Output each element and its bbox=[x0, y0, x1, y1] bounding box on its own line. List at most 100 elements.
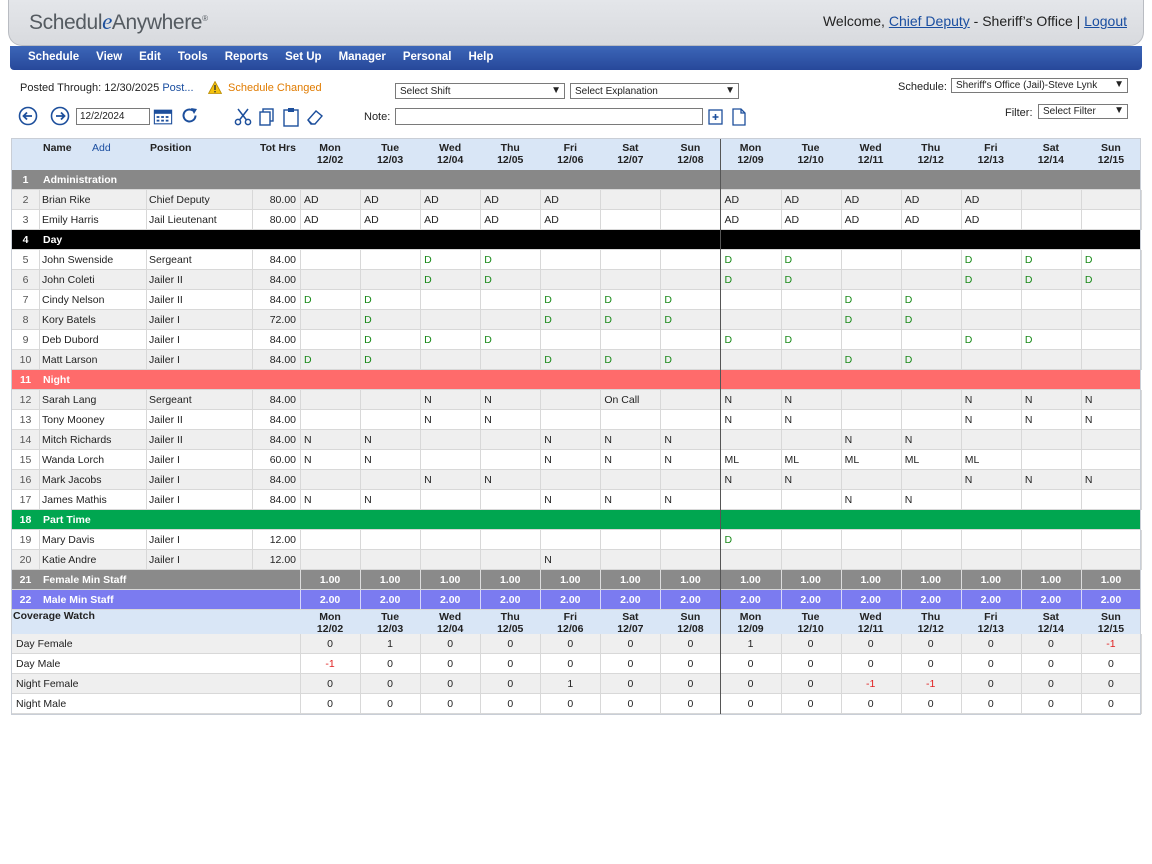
employee-row[interactable]: 3 Emily Harris Jail Lieutenant 80.00 AD AD AD A… bbox=[12, 210, 1142, 230]
schedule-cell[interactable] bbox=[1081, 490, 1141, 510]
schedule-cell[interactable]: N bbox=[1021, 470, 1081, 490]
schedule-cell[interactable] bbox=[420, 350, 480, 370]
schedule-cell[interactable]: N bbox=[660, 490, 720, 510]
copy-icon[interactable] bbox=[257, 107, 277, 127]
schedule-cell[interactable]: N bbox=[1021, 410, 1081, 430]
schedule-cell[interactable] bbox=[1021, 290, 1081, 310]
schedule-cell[interactable]: D bbox=[480, 250, 540, 270]
schedule-cell[interactable]: N bbox=[961, 410, 1021, 430]
schedule-cell[interactable] bbox=[1081, 310, 1141, 330]
schedule-cell[interactable]: N bbox=[720, 470, 780, 490]
schedule-cell[interactable]: AD bbox=[961, 190, 1021, 210]
schedule-cell[interactable]: D bbox=[961, 270, 1021, 290]
schedule-cell[interactable] bbox=[781, 310, 841, 330]
menu-reports[interactable]: Reports bbox=[216, 46, 276, 63]
schedule-cell[interactable] bbox=[1021, 210, 1081, 230]
schedule-cell[interactable]: D bbox=[540, 310, 600, 330]
schedule-cell[interactable] bbox=[720, 350, 780, 370]
schedule-cell[interactable]: ML bbox=[781, 450, 841, 470]
day-header[interactable]: Tue 12/03 bbox=[360, 139, 420, 170]
paste-icon[interactable] bbox=[281, 107, 301, 127]
schedule-cell[interactable] bbox=[600, 550, 660, 570]
schedule-cell[interactable] bbox=[360, 390, 420, 410]
logout-link[interactable]: Logout bbox=[1084, 13, 1127, 29]
schedule-cell[interactable]: D bbox=[480, 270, 540, 290]
schedule-cell[interactable]: D bbox=[781, 270, 841, 290]
schedule-cell[interactable] bbox=[600, 330, 660, 350]
schedule-cell[interactable]: D bbox=[1021, 250, 1081, 270]
schedule-cell[interactable] bbox=[660, 410, 720, 430]
schedule-cell[interactable] bbox=[660, 250, 720, 270]
employee-row[interactable]: 16 Mark Jacobs Jailer I 84.00 N N N N N N N bbox=[12, 470, 1142, 490]
schedule-cell[interactable]: AD bbox=[781, 210, 841, 230]
schedule-cell[interactable] bbox=[300, 410, 360, 430]
schedule-cell[interactable] bbox=[300, 550, 360, 570]
schedule-cell[interactable]: AD bbox=[360, 190, 420, 210]
schedule-cell[interactable]: AD bbox=[360, 210, 420, 230]
schedule-cell[interactable] bbox=[480, 350, 540, 370]
schedule-cell[interactable] bbox=[540, 390, 600, 410]
schedule-cell[interactable]: D bbox=[600, 290, 660, 310]
schedule-cell[interactable] bbox=[1081, 290, 1141, 310]
schedule-cell[interactable] bbox=[360, 270, 420, 290]
schedule-cell[interactable] bbox=[540, 330, 600, 350]
schedule-cell[interactable] bbox=[961, 290, 1021, 310]
schedule-cell[interactable] bbox=[1021, 350, 1081, 370]
employee-row[interactable]: 17 James Mathis Jailer I 84.00 N N N N N N N bbox=[12, 490, 1142, 510]
schedule-cell[interactable] bbox=[300, 270, 360, 290]
schedule-cell[interactable]: D bbox=[360, 350, 420, 370]
schedule-cell[interactable] bbox=[660, 530, 720, 550]
schedule-cell[interactable] bbox=[781, 290, 841, 310]
schedule-cell[interactable] bbox=[540, 270, 600, 290]
schedule-cell[interactable]: D bbox=[360, 310, 420, 330]
calendar-icon[interactable] bbox=[153, 107, 173, 127]
schedule-cell[interactable] bbox=[901, 270, 961, 290]
schedule-cell[interactable]: N bbox=[540, 490, 600, 510]
schedule-cell[interactable] bbox=[1021, 190, 1081, 210]
day-header[interactable]: Sat 12/14 bbox=[1021, 139, 1081, 170]
schedule-cell[interactable]: N bbox=[1081, 410, 1141, 430]
schedule-cell[interactable] bbox=[420, 430, 480, 450]
schedule-cell[interactable]: AD bbox=[781, 190, 841, 210]
schedule-cell[interactable]: N bbox=[420, 390, 480, 410]
schedule-cell[interactable] bbox=[1021, 310, 1081, 330]
schedule-cell[interactable]: D bbox=[1021, 330, 1081, 350]
schedule-cell[interactable] bbox=[480, 430, 540, 450]
schedule-cell[interactable] bbox=[841, 270, 901, 290]
schedule-cell[interactable] bbox=[961, 350, 1021, 370]
schedule-cell[interactable] bbox=[300, 470, 360, 490]
schedule-cell[interactable]: AD bbox=[961, 210, 1021, 230]
schedule-cell[interactable]: N bbox=[600, 450, 660, 470]
schedule-cell[interactable] bbox=[480, 290, 540, 310]
schedule-cell[interactable] bbox=[300, 310, 360, 330]
schedule-cell[interactable]: N bbox=[781, 470, 841, 490]
next-period-button[interactable] bbox=[50, 106, 70, 126]
schedule-cell[interactable] bbox=[781, 490, 841, 510]
schedule-cell[interactable] bbox=[781, 530, 841, 550]
schedule-cell[interactable]: D bbox=[660, 350, 720, 370]
schedule-cell[interactable]: N bbox=[300, 490, 360, 510]
schedule-cell[interactable]: N bbox=[480, 390, 540, 410]
schedule-cell[interactable] bbox=[1081, 530, 1141, 550]
schedule-cell[interactable] bbox=[360, 550, 420, 570]
day-header[interactable]: Sun 12/15 bbox=[1081, 139, 1141, 170]
employee-row[interactable]: 19 Mary Davis Jailer I 12.00 D bbox=[12, 530, 1142, 550]
schedule-cell[interactable] bbox=[360, 250, 420, 270]
schedule-cell[interactable]: N bbox=[660, 430, 720, 450]
schedule-cell[interactable] bbox=[480, 450, 540, 470]
schedule-cell[interactable] bbox=[420, 310, 480, 330]
schedule-cell[interactable]: D bbox=[420, 330, 480, 350]
schedule-cell[interactable] bbox=[660, 550, 720, 570]
schedule-cell[interactable] bbox=[420, 550, 480, 570]
schedule-cell[interactable]: D bbox=[600, 350, 660, 370]
schedule-cell[interactable]: N bbox=[660, 450, 720, 470]
schedule-cell[interactable] bbox=[841, 330, 901, 350]
schedule-cell[interactable]: N bbox=[420, 470, 480, 490]
schedule-cell[interactable]: N bbox=[480, 470, 540, 490]
schedule-cell[interactable]: AD bbox=[300, 190, 360, 210]
day-header[interactable]: Tue 12/10 bbox=[781, 139, 841, 170]
schedule-cell[interactable] bbox=[781, 350, 841, 370]
schedule-cell[interactable]: D bbox=[420, 250, 480, 270]
schedule-cell[interactable]: D bbox=[660, 310, 720, 330]
schedule-cell[interactable]: D bbox=[300, 350, 360, 370]
